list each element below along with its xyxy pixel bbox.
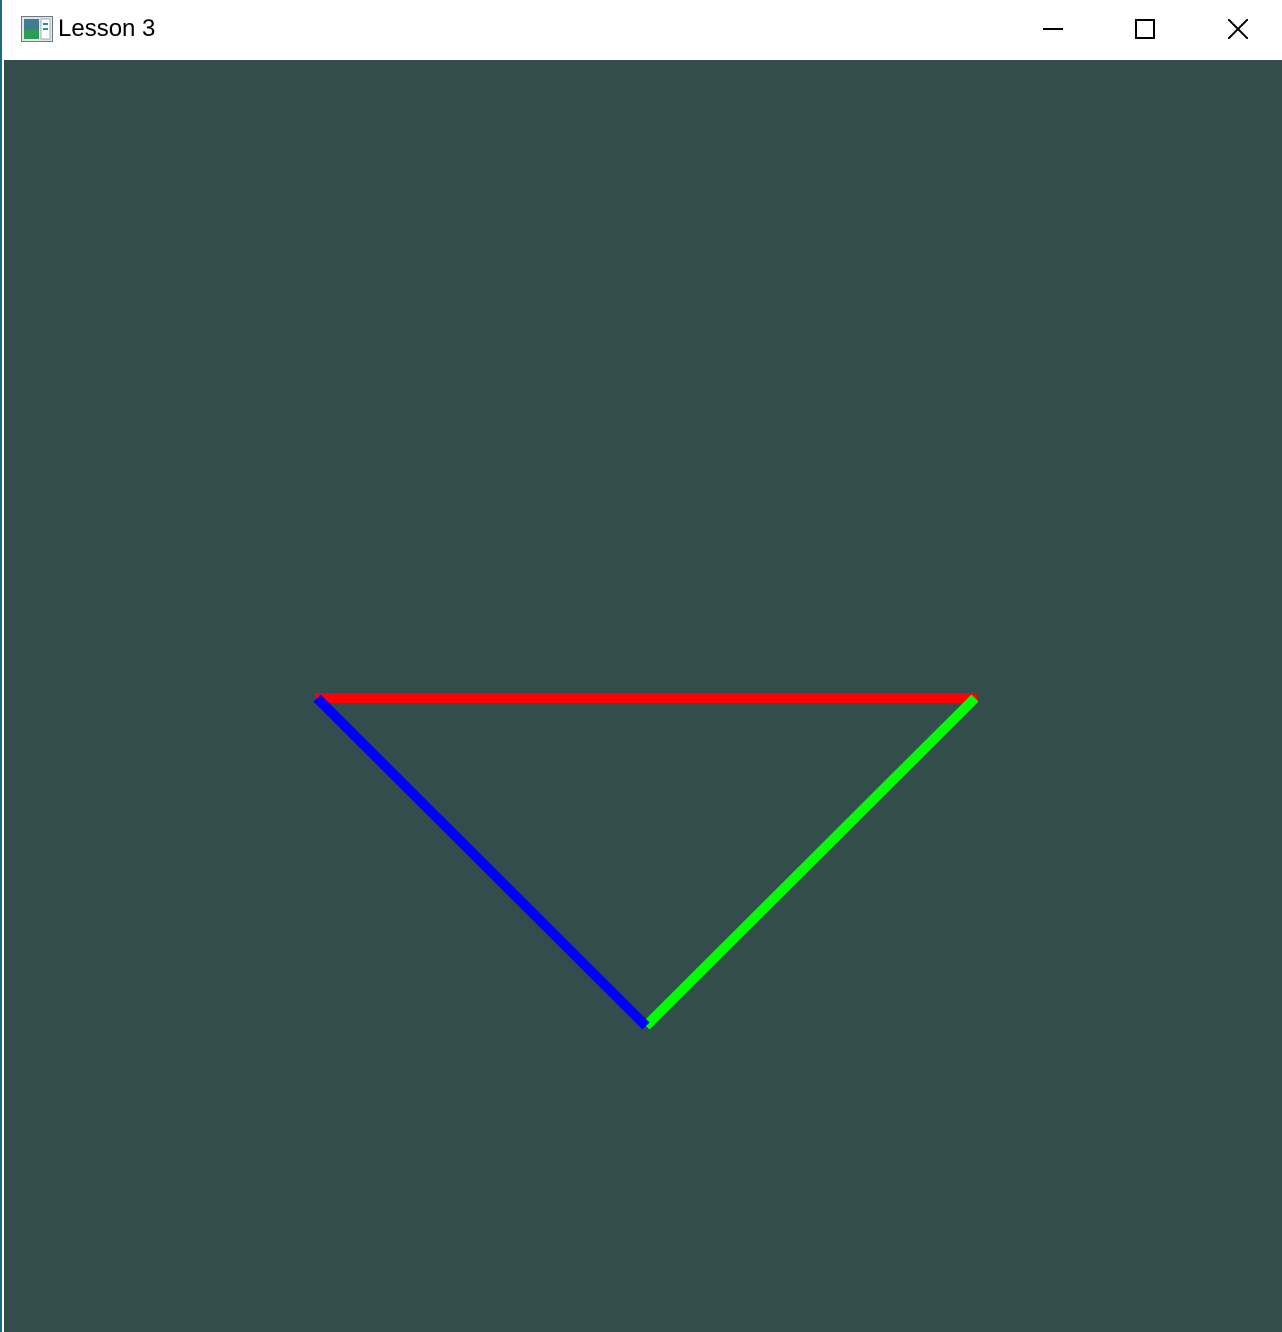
application-window: Lesson 3 (0, 0, 1282, 1332)
close-icon (1228, 19, 1248, 39)
title-bar[interactable]: Lesson 3 (4, 0, 1282, 60)
minimize-button[interactable] (1007, 0, 1099, 58)
close-button[interactable] (1192, 0, 1282, 58)
right-edge (642, 694, 979, 1030)
opengl-viewport[interactable] (4, 60, 1282, 1332)
triangle-scene (313, 693, 979, 1030)
window-title: Lesson 3 (58, 15, 156, 42)
opengl-window-icon (21, 16, 53, 42)
maximize-button[interactable] (1099, 0, 1191, 58)
left-edge (313, 694, 650, 1030)
minimize-icon (1043, 28, 1063, 30)
maximize-icon (1135, 19, 1155, 39)
